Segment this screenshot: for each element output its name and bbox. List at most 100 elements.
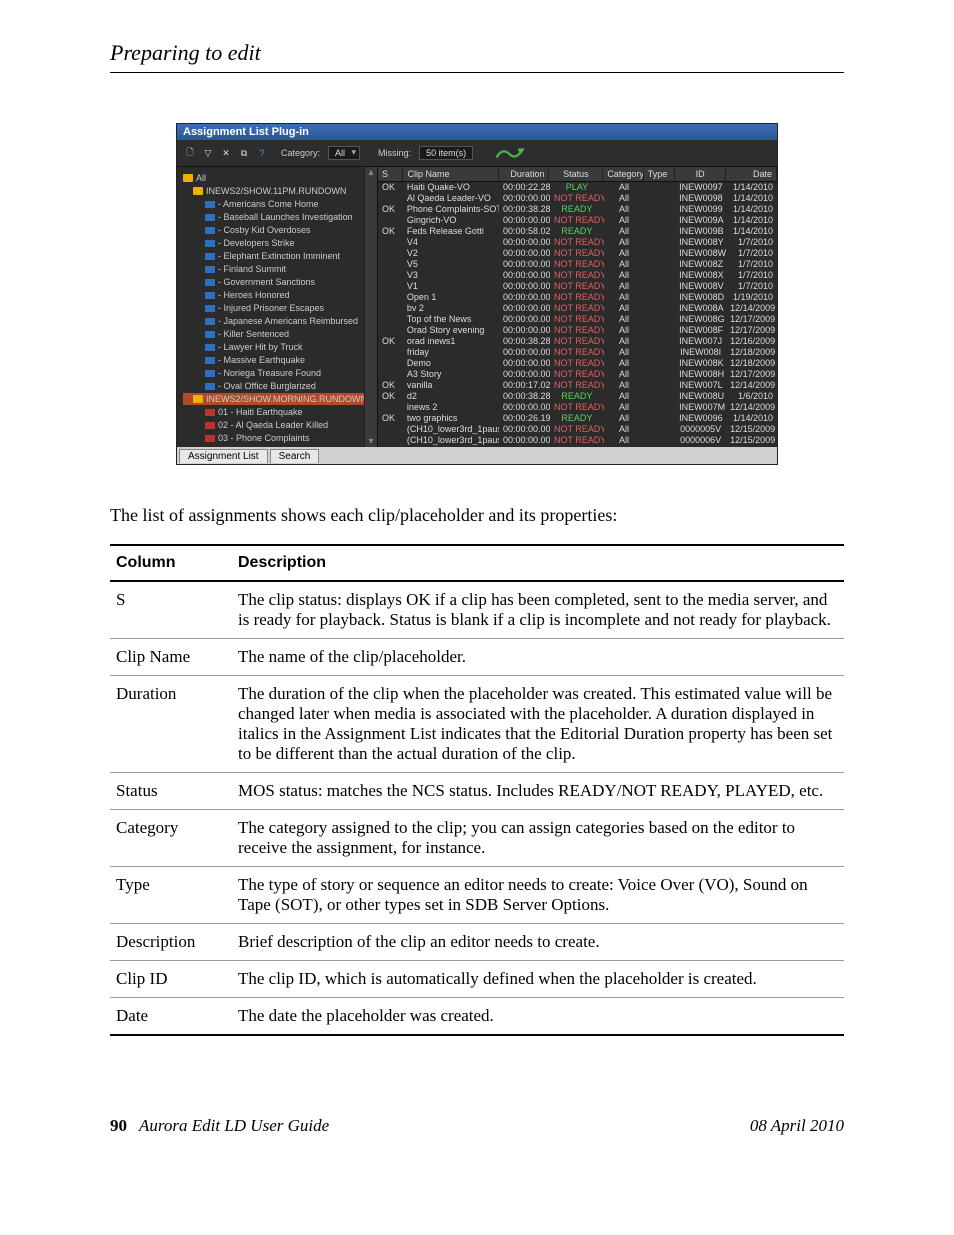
grid-header: SClip NameDurationStatusCategoryTypeIDDa… — [378, 167, 777, 182]
new-icon[interactable]: 🗋 — [183, 146, 197, 160]
grid-panel: SClip NameDurationStatusCategoryTypeIDDa… — [378, 167, 777, 447]
copy-icon[interactable]: ⧉ — [237, 146, 251, 160]
grid-row[interactable]: Top of the News00:00:00.00NOT READYAllIN… — [378, 314, 777, 325]
tree-item[interactable]: - Baseball Launches Investigation — [183, 211, 373, 223]
tree-item[interactable]: INEWS2/SHOW.11PM.RUNDOWN — [183, 185, 373, 197]
grid-column-header[interactable]: Category — [603, 167, 643, 181]
table-head-description: Description — [232, 545, 844, 581]
column-description: MOS status: matches the NCS status. Incl… — [232, 773, 844, 810]
grid-column-header[interactable]: Type — [644, 167, 675, 181]
grid-row[interactable]: (CH10_lower3rd_1pause) Viru…00:00:00.00N… — [378, 424, 777, 435]
help-icon[interactable]: ? — [255, 146, 269, 160]
tree-item[interactable]: - Government Sanctions — [183, 276, 373, 288]
grid-row[interactable]: (CH10_lower3rd_1pause) Viru…00:00:00.00N… — [378, 435, 777, 446]
grid-row[interactable]: Open 100:00:00.00NOT READYAllINEW008D1/1… — [378, 292, 777, 303]
table-row: Clip IDThe clip ID, which is automatical… — [110, 961, 844, 998]
grid-row[interactable]: OKPhone Complaints-SOT00:00:38.28READYAl… — [378, 204, 777, 215]
grid-row[interactable]: V300:00:00.00NOT READYAllINEW008X1/7/201… — [378, 270, 777, 281]
intro-text: The list of assignments shows each clip/… — [110, 505, 844, 526]
missing-count: 50 item(s) — [419, 146, 473, 160]
tree-item[interactable]: 03 - Phone Complaints — [183, 432, 373, 444]
grid-row[interactable]: OKvanilla00:00:17.02NOT READYAllINEW007L… — [378, 380, 777, 391]
grid-row[interactable]: Demo00:00:00.00NOT READYAllINEW008K12/18… — [378, 358, 777, 369]
tree-item[interactable]: - Developers Strike — [183, 237, 373, 249]
grid-row[interactable]: OKd200:00:38.28READYAllINEW008U1/6/2010 — [378, 391, 777, 402]
column-name: Type — [110, 867, 232, 924]
grid-row[interactable]: V100:00:00.00NOT READYAllINEW008V1/7/201… — [378, 281, 777, 292]
grid-row[interactable]: Al Qaeda Leader-VO00:00:00.00NOT READYAl… — [378, 193, 777, 204]
tab-search[interactable]: Search — [270, 449, 320, 463]
tree-scrollbar[interactable]: ▴▾ — [364, 167, 377, 447]
column-name: Duration — [110, 676, 232, 773]
grid-row[interactable]: bv 200:00:00.00NOT READYAllINEW008A12/14… — [378, 303, 777, 314]
tree-item[interactable]: All — [183, 172, 373, 184]
grid-row[interactable]: OKorad inews100:00:38.28NOT READYAllINEW… — [378, 336, 777, 347]
table-row: SThe clip status: displays OK if a clip … — [110, 581, 844, 639]
missing-label: Missing: — [378, 148, 411, 158]
table-row: DescriptionBrief description of the clip… — [110, 924, 844, 961]
grid-row[interactable]: A3 Story00:00:00.00NOT READYAllINEW008H1… — [378, 369, 777, 380]
grid-row[interactable]: OKFeds Release Gotti00:00:58.02READYAllI… — [378, 226, 777, 237]
tree-item[interactable]: - Massive Earthquake — [183, 354, 373, 366]
tree-panel: AllINEWS2/SHOW.11PM.RUNDOWN- Americans C… — [177, 167, 378, 447]
description-table: Column Description SThe clip status: dis… — [110, 544, 844, 1036]
table-row: TypeThe type of story or sequence an edi… — [110, 867, 844, 924]
table-row: DateThe date the placeholder was created… — [110, 998, 844, 1036]
column-description: The clip ID, which is automatically defi… — [232, 961, 844, 998]
grid-column-header[interactable]: ID — [675, 167, 726, 181]
column-name: Date — [110, 998, 232, 1036]
column-description: Brief description of the clip an editor … — [232, 924, 844, 961]
bottom-tabs: Assignment List Search — [177, 447, 777, 464]
tree-item[interactable]: 01 - Haiti Earthquake — [183, 406, 373, 418]
category-label: Category: — [281, 148, 320, 158]
column-description: The date the placeholder was created. — [232, 998, 844, 1036]
grid-row[interactable]: Gingrich-VO00:00:00.00NOT READYAllINEW00… — [378, 215, 777, 226]
grid-row[interactable]: inews 200:00:00.00NOT READYAllINEW007M12… — [378, 402, 777, 413]
column-name: Clip ID — [110, 961, 232, 998]
close-icon[interactable]: ✕ — [219, 146, 233, 160]
grid-row[interactable]: OKtwo graphics00:00:26.19READYAllINEW009… — [378, 413, 777, 424]
grid-row[interactable]: V400:00:00.00NOT READYAllINEW008Y1/7/201… — [378, 237, 777, 248]
tree-item[interactable]: - Heroes Honored — [183, 289, 373, 301]
column-description: The category assigned to the clip; you c… — [232, 810, 844, 867]
tree-item[interactable]: 02 - Al Qaeda Leader Killed — [183, 419, 373, 431]
column-name: Status — [110, 773, 232, 810]
column-description: The duration of the clip when the placeh… — [232, 676, 844, 773]
grid-row[interactable]: V500:00:00.00NOT READYAllINEW008Z1/7/201… — [378, 259, 777, 270]
grid-column-header[interactable]: Date — [726, 167, 777, 181]
tree-item[interactable]: - Lawyer Hit by Truck — [183, 341, 373, 353]
tree-item[interactable]: - Cosby Kid Overdoses — [183, 224, 373, 236]
tree-item[interactable]: - Finland Summit — [183, 263, 373, 275]
tree-item[interactable]: - Oval Office Burglarized — [183, 380, 373, 392]
grid-row[interactable]: friday00:00:00.00NOT READYAllINEW008I12/… — [378, 347, 777, 358]
grid-row[interactable]: V200:00:00.00NOT READYAllINEW008W1/7/201… — [378, 248, 777, 259]
grid-column-header[interactable]: Duration — [499, 167, 550, 181]
tree-item[interactable]: - Injured Prisoner Escapes — [183, 302, 373, 314]
assignment-list-screenshot: Assignment List Plug-in 🗋 ▽ ✕ ⧉ ? Catego… — [176, 123, 778, 465]
tree-item[interactable]: - Elephant Extinction Imminent — [183, 250, 373, 262]
grid-column-header[interactable]: Status — [549, 167, 603, 181]
tree-item[interactable]: 04 - Gingrich Controversy — [183, 445, 373, 447]
tab-assignment-list[interactable]: Assignment List — [179, 449, 268, 463]
grid-row[interactable]: Orad Story evening00:00:00.00NOT READYAl… — [378, 325, 777, 336]
column-name: S — [110, 581, 232, 639]
column-description: The type of story or sequence an editor … — [232, 867, 844, 924]
grid-column-header[interactable]: S — [378, 167, 403, 181]
page-title: Preparing to edit — [110, 40, 844, 73]
tree-item[interactable]: INEWS2/SHOW.MORNING.RUNDOWN — [183, 393, 373, 405]
grid-column-header[interactable]: Clip Name — [403, 167, 498, 181]
column-name: Clip Name — [110, 639, 232, 676]
table-head-column: Column — [110, 545, 232, 581]
tree-item[interactable]: - Americans Come Home — [183, 198, 373, 210]
grassvalley-logo-icon — [495, 143, 525, 163]
grid-row[interactable]: fourene_lower3rd:BREAKING00:00:00.00NOT … — [378, 446, 777, 447]
tree-item[interactable]: - Japanese Americans Reimbursed — [183, 315, 373, 327]
column-description: The name of the clip/placeholder. — [232, 639, 844, 676]
toolbar: 🗋 ▽ ✕ ⧉ ? Category: All Missing: 50 item… — [177, 140, 777, 167]
grid-row[interactable]: OKHaiti Quake-VO00:00:22.28PLAYAllINEW00… — [378, 182, 777, 193]
tree-item[interactable]: - Noriega Treasure Found — [183, 367, 373, 379]
filter-icon[interactable]: ▽ — [201, 146, 215, 160]
category-select[interactable]: All — [328, 146, 360, 160]
column-description: The clip status: displays OK if a clip h… — [232, 581, 844, 639]
tree-item[interactable]: - Killer Sentenced — [183, 328, 373, 340]
